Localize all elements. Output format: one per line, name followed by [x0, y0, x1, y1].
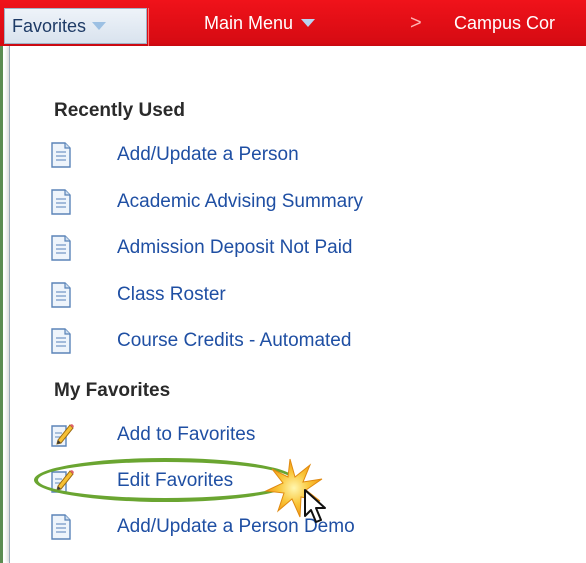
document-icon	[50, 235, 72, 261]
breadcrumb-separator-icon: >	[410, 11, 422, 34]
chevron-down-icon	[301, 19, 316, 27]
document-icon	[50, 514, 72, 540]
menu-item-class-roster[interactable]: Class Roster	[50, 279, 226, 311]
highlight-ellipse-annotation	[34, 458, 296, 502]
menu-item-label: Add/Update a Person	[117, 144, 299, 165]
page-background-edge	[0, 46, 9, 563]
menu-item-label: Add to Favorites	[117, 424, 256, 445]
menu-item-label: Academic Advising Summary	[117, 191, 364, 212]
favorites-label: Favorites	[12, 15, 87, 36]
edit-pencil-icon	[50, 422, 74, 448]
menu-item-label: Course Credits - Automated	[117, 330, 352, 351]
breadcrumb-campus-community[interactable]: Campus Cor	[454, 0, 555, 46]
nav-divider	[148, 8, 149, 46]
my-favorites-heading: My Favorites	[54, 380, 171, 401]
document-icon	[50, 189, 72, 215]
recently-used-heading: Recently Used	[54, 100, 185, 121]
favorites-menu-screenshot: Favorites Main Menu > Campus Cor Recentl…	[0, 0, 586, 563]
top-navigation-bar: Favorites Main Menu > Campus Cor	[0, 0, 586, 47]
document-icon	[50, 282, 72, 308]
main-menu-label: Main Menu	[204, 12, 294, 33]
menu-item-course-credits-automated[interactable]: Course Credits - Automated	[50, 325, 351, 357]
favorites-menu-button[interactable]: Favorites	[4, 8, 147, 44]
chevron-down-icon	[92, 22, 107, 30]
document-icon	[50, 328, 72, 354]
menu-item-label: Class Roster	[117, 284, 226, 305]
document-icon	[50, 142, 72, 168]
menu-item-label: Admission Deposit Not Paid	[117, 237, 353, 258]
menu-item-academic-advising-summary[interactable]: Academic Advising Summary	[50, 186, 363, 218]
main-menu-button[interactable]: Main Menu	[204, 0, 316, 46]
menu-item-add-to-favorites[interactable]: Add to Favorites	[50, 419, 255, 451]
menu-item-admission-deposit-not-paid[interactable]: Admission Deposit Not Paid	[50, 232, 353, 264]
mouse-pointer-icon	[302, 488, 332, 528]
menu-item-add-update-person[interactable]: Add/Update a Person	[50, 139, 299, 171]
